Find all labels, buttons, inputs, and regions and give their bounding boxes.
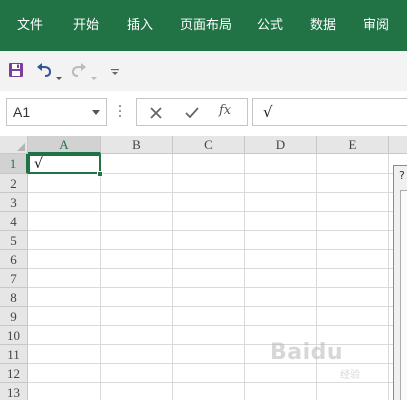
row-header-4[interactable]: 4 [0,212,28,231]
row-header-7[interactable]: 7 [0,269,28,288]
select-all-corner[interactable] [0,136,28,154]
ribbon-tab-bar: 文件 开始 插入 页面布局 公式 数据 审阅 [0,0,407,51]
gridline [28,382,407,383]
gridline [28,192,407,193]
quick-access-toolbar [0,51,407,91]
dialog-title: ? [399,169,405,182]
formula-bar-splitter[interactable] [119,103,122,121]
gridline [28,306,407,307]
name-box-dropdown-icon[interactable] [92,110,100,115]
name-box[interactable]: A1 [6,98,107,126]
row-header-5[interactable]: 5 [0,231,28,250]
save-icon[interactable] [8,61,24,79]
enter-icon[interactable] [183,104,201,122]
gridline [28,230,407,231]
row-header-11[interactable]: 11 [0,345,28,364]
column-header-d[interactable]: D [245,136,317,154]
formula-content: √ [263,103,273,121]
customize-qat-icon[interactable] [110,61,120,79]
row-header-1[interactable]: 1 [0,154,28,174]
redo-icon[interactable] [70,61,88,79]
undo-dropdown-icon[interactable] [55,67,63,85]
gridline [28,287,407,288]
column-header-c[interactable]: C [173,136,245,154]
tab-insert[interactable]: 插入 [127,18,153,34]
formula-input[interactable]: √ [252,98,407,126]
gridline [28,211,407,212]
column-header-a[interactable]: A [28,136,101,154]
tab-file[interactable]: 文件 [17,18,43,34]
row-header-2[interactable]: 2 [0,174,28,193]
gridline [28,325,407,326]
row-header-6[interactable]: 6 [0,250,28,269]
insert-function-button[interactable]: fx [219,103,239,121]
row-header-8[interactable]: 8 [0,288,28,307]
row-header-12[interactable]: 12 [0,364,28,383]
tab-home[interactable]: 开始 [73,18,99,34]
cancel-icon[interactable] [147,104,165,122]
row-header-10[interactable]: 10 [0,326,28,345]
tab-page-layout[interactable]: 页面布局 [180,18,232,34]
gridline [28,249,407,250]
gridline [28,268,407,269]
tab-review[interactable]: 审阅 [363,18,389,34]
row-header-9[interactable]: 9 [0,307,28,326]
watermark-sub: 经验 [340,370,360,381]
tab-data[interactable]: 数据 [310,18,336,34]
row-header-3[interactable]: 3 [0,193,28,212]
baidu-watermark: Baidu 经验 [270,340,405,381]
fill-handle[interactable] [97,171,103,177]
cell-a1[interactable]: √ [28,154,101,174]
cell-a1-value: √ [34,156,43,172]
redo-dropdown-icon[interactable] [90,67,98,85]
watermark-text: Baidu [270,340,344,365]
tab-formulas[interactable]: 公式 [257,18,283,34]
column-header-b[interactable]: B [101,136,173,154]
column-header-f[interactable] [389,136,407,154]
formula-bar-row: A1 fx √ [0,91,407,136]
undo-icon[interactable] [35,61,53,79]
formula-buttons: fx [136,98,248,126]
column-header-e[interactable]: E [317,136,389,154]
row-header-13[interactable]: 13 [0,383,28,400]
name-box-value: A1 [13,104,31,120]
